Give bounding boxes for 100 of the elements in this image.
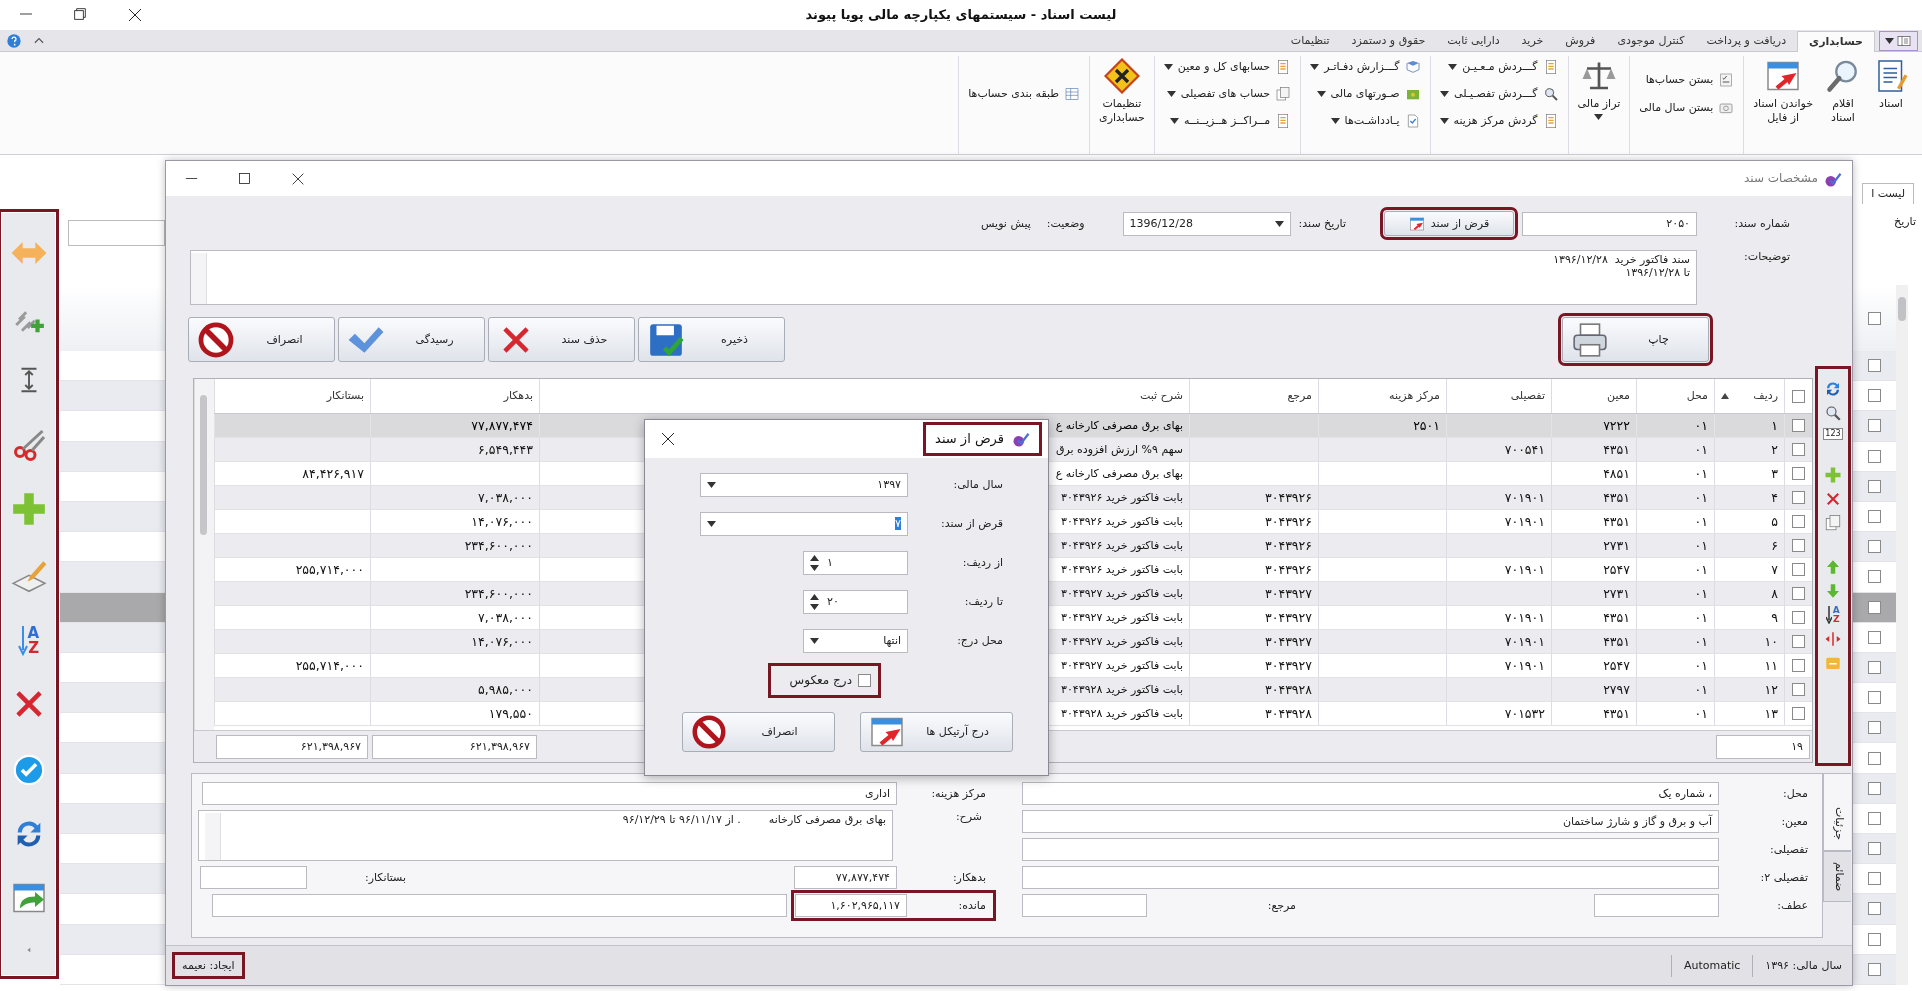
table-cell: ۰۱ [1694,513,1708,530]
field-label: تاریخ سند: [1298,216,1346,231]
field-label: عطف: [1776,898,1809,913]
table-cell: ۲۵۰۱ [1413,417,1440,434]
table-cell: ۱۱ [1764,657,1778,674]
table-cell: ۲۳۴,۶۰۰,۰۰۰ [464,537,533,554]
table-cell: بابت فاکتور خرید ۳۰۴۳۹۲۶ [1061,514,1183,529]
field-label: توضیحات: [1743,250,1790,265]
table-cell: ۳۰۴۳۹۲۸ [1265,681,1312,698]
field-label: وضعیت: [1046,216,1085,231]
table-cell: ۲۷۳۱ [1603,585,1630,602]
table-cell: ۸ [1771,585,1778,602]
table-cell: ۲۷۳۱ [1603,537,1630,554]
table-cell: ۳۰۴۳۹۲۷ [1265,585,1312,602]
table-cell: بهای برق مصرفی کارخانه ع [1055,418,1183,433]
field-label: مرکز هزینه: [930,786,987,801]
table-cell: ۰۱ [1694,561,1708,578]
table-cell: ۸۴,۴۲۶,۹۱۷ [302,465,364,482]
table-cell: ۳ [1771,465,1778,482]
table-cell: ۴۳۵۱ [1603,705,1630,722]
table-cell: ۶ [1771,537,1778,554]
table-cell: ۲۵۵,۷۱۴,۰۰۰ [295,657,364,674]
field-label: سال مالی: [952,477,1003,492]
field-label: مانده: [957,898,987,913]
table-cell: بهای برق مصرفی کارخانه ع [1055,466,1183,481]
table-cell: ۱۰ [1764,633,1778,650]
table-cell: ۲۳۴,۶۰۰,۰۰۰ [464,585,533,602]
table-cell: ۲۵۵,۷۱۴,۰۰۰ [295,561,364,578]
table-cell: بابت فاکتور خرید ۳۰۴۳۹۲۸ [1061,682,1183,697]
field-label: تا ردیف: [963,594,1003,609]
table-cell: ۴۳۵۱ [1603,633,1630,650]
table-cell: ۲۵۴۷ [1603,561,1630,578]
table-cell: ۷۲۲۲ [1603,417,1630,434]
dialog-title: قرض از سند [927,426,1038,452]
table-cell: ۰۱ [1694,609,1708,626]
table-cell: ۳۰۴۳۹۲۶ [1265,489,1312,506]
field-label: شماره سند: [1733,216,1790,231]
table-cell: بابت فاکتور خرید ۳۰۴۳۹۲۷ [1061,634,1183,649]
total-field: ۶۲۱,۳۹۸,۹۶۷ [216,734,368,759]
field-label: مرجع: [1266,898,1297,913]
table-cell: ۷۰۰۵۴۱ [1504,441,1545,458]
table-cell: ۷۰۱۹۰۱ [1504,633,1545,650]
table-cell: ۷ [1771,561,1778,578]
table-cell: ۳۰۴۳۹۲۷ [1265,657,1312,674]
field-label: شرح: [954,810,983,824]
table-cell: بابت فاکتور خرید ۳۰۴۳۹۲۷ [1061,658,1183,673]
row-count: ۱۹ [1716,734,1810,759]
field-label: تفصیلی ۲: [1759,870,1809,885]
table-cell: ۱۷۹,۵۵۰ [488,705,533,722]
window-title: لیست اسناد - سیستمهای یکپارچه مالی پویا پیوند [805,6,1117,24]
table-cell: ۲۵۴۷ [1603,657,1630,674]
table-cell: ۰۱ [1694,465,1708,482]
table-cell: ۵ [1771,513,1778,530]
status-text: پیش نویس [981,216,1031,231]
field-label: تفصیلی: [1769,842,1809,857]
window-title: مشخصات سند [1743,171,1818,186]
table-cell: ۳۰۴۳۹۲۷ [1265,633,1312,650]
table-cell: ۰۱ [1694,441,1708,458]
table-cell: ۷۰۱۹۰۱ [1504,657,1545,674]
table-cell: ۱۴,۰۷۶,۰۰۰ [471,513,533,530]
table-cell: ۱۲ [1764,681,1778,698]
table-cell: ۱۳ [1764,705,1778,722]
table-cell: بابت فاکتور خرید ۳۰۴۳۹۲۶ [1061,490,1183,505]
table-cell: ۰۱ [1694,417,1708,434]
table-cell: ۳۰۴۳۹۲۸ [1265,705,1312,722]
table-cell: ۲۷۹۷ [1603,681,1630,698]
table-cell: سهم ۹% ارزش افزوده برق [1055,442,1183,457]
table-cell: ۰۱ [1694,681,1708,698]
table-cell: ۴۳۵۱ [1603,513,1630,530]
status-text: سال مالی: ۱۳۹۶ [1765,958,1842,973]
table-cell: ۴۳۵۱ [1603,609,1630,626]
table-cell: ۷۰۱۹۰۱ [1504,561,1545,578]
table-cell: ۰۱ [1694,489,1708,506]
table-cell: ۷,۰۳۸,۰۰۰ [478,609,533,626]
field-label: از ردیف: [961,555,1003,570]
table-cell: ۴ [1771,489,1778,506]
table-cell: ۰۱ [1694,633,1708,650]
field-label: قرض از سند: [940,516,1003,531]
table-cell: ۷۰۱۵۳۲ [1504,705,1545,722]
table-cell: ۶,۵۴۹,۴۴۳ [478,441,533,458]
table-cell: ۷,۰۳۸,۰۰۰ [478,489,533,506]
table-cell: ۰۱ [1694,657,1708,674]
total-field: ۶۲۱,۳۹۸,۹۶۷ [372,734,537,759]
table-cell: ۳۰۴۳۹۲۶ [1265,537,1312,554]
field-label: محل درج: [956,633,1003,648]
table-cell: بابت فاکتور خرید ۳۰۴۳۹۲۸ [1061,706,1183,721]
table-cell: ۷۰۱۹۰۱ [1504,609,1545,626]
table-cell: بابت فاکتور خرید ۳۰۴۳۹۲۷ [1061,610,1183,625]
table-cell: ۴۳۵۱ [1603,441,1630,458]
table-cell: ۴۸۵۱ [1603,465,1630,482]
table-cell: بابت فاکتور خرید ۳۰۴۳۹۲۶ [1061,538,1183,553]
field-label: بستانکار: [363,870,407,885]
table-cell: ۳۰۴۳۹۲۶ [1265,513,1312,530]
table-cell: ۰۱ [1694,705,1708,722]
field-label: بدهکار: [951,870,987,885]
table-cell: ۰۱ [1694,585,1708,602]
table-cell: ۳۰۴۳۹۲۷ [1265,609,1312,626]
table-cell: ۷۷,۸۷۷,۴۷۴ [471,417,533,434]
field-label: معین: [1780,814,1809,829]
table-cell: ۰۱ [1694,537,1708,554]
